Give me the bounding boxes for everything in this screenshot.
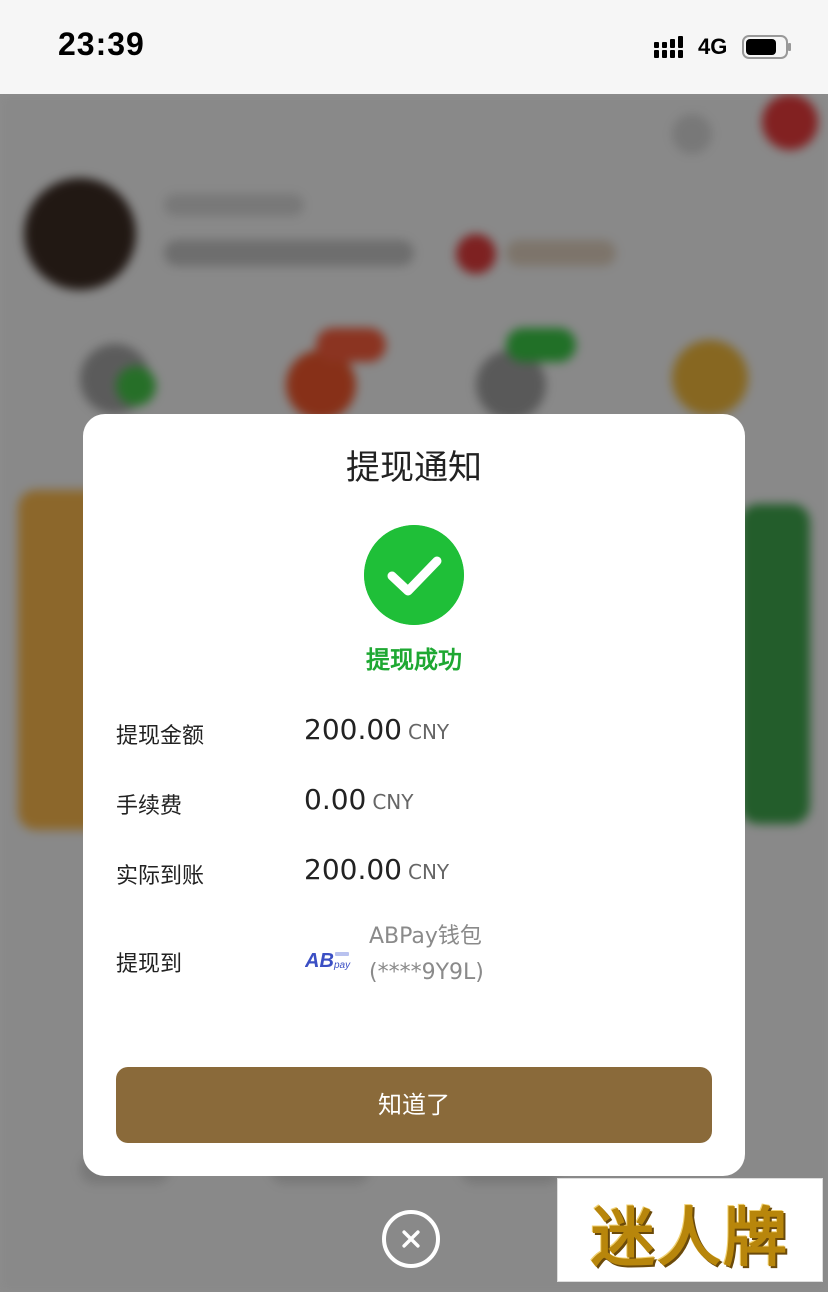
currency-unit: CNY (407, 860, 450, 884)
abpay-logo-subtext: pay (333, 960, 351, 971)
network-type: 4G (698, 34, 728, 59)
abpay-logo-icon: AB pay (305, 950, 351, 971)
status-time: 23:39 (58, 26, 145, 62)
signal-icon (654, 36, 683, 58)
currency-unit: CNY (372, 790, 414, 814)
close-circle-icon[interactable] (382, 1210, 440, 1268)
row-value-actual-received: 200.00 CNY (304, 853, 449, 886)
wallet-name: ABPay钱包 (369, 924, 482, 949)
row-value-fee: 0.00 CNY (304, 783, 414, 816)
row-value-withdraw-amount: 200.00 CNY (304, 713, 449, 746)
dialog-title: 提现通知 (346, 448, 482, 488)
watermark-text: 迷人牌 (591, 1201, 789, 1276)
amount-value: 200.00 (304, 853, 402, 886)
watermark-logo: 迷人牌 (557, 1178, 823, 1282)
row-label-actual-received: 实际到账 (116, 864, 205, 889)
confirm-button[interactable]: 知道了 (116, 1067, 712, 1143)
row-label-fee: 手续费 (116, 794, 183, 819)
battery-icon (742, 35, 791, 59)
abpay-logo-text: AB (305, 950, 334, 971)
wallet-account: (****9Y9L) (369, 960, 484, 985)
row-label-destination: 提现到 (116, 952, 183, 977)
amount-value: 200.00 (304, 713, 402, 746)
row-label-withdraw-amount: 提现金额 (116, 724, 205, 749)
check-icon (364, 525, 464, 625)
status-bar: 23:39 4G (0, 0, 828, 94)
currency-unit: CNY (407, 720, 450, 744)
amount-value: 0.00 (304, 783, 367, 816)
success-status-text: 提现成功 (366, 646, 462, 674)
